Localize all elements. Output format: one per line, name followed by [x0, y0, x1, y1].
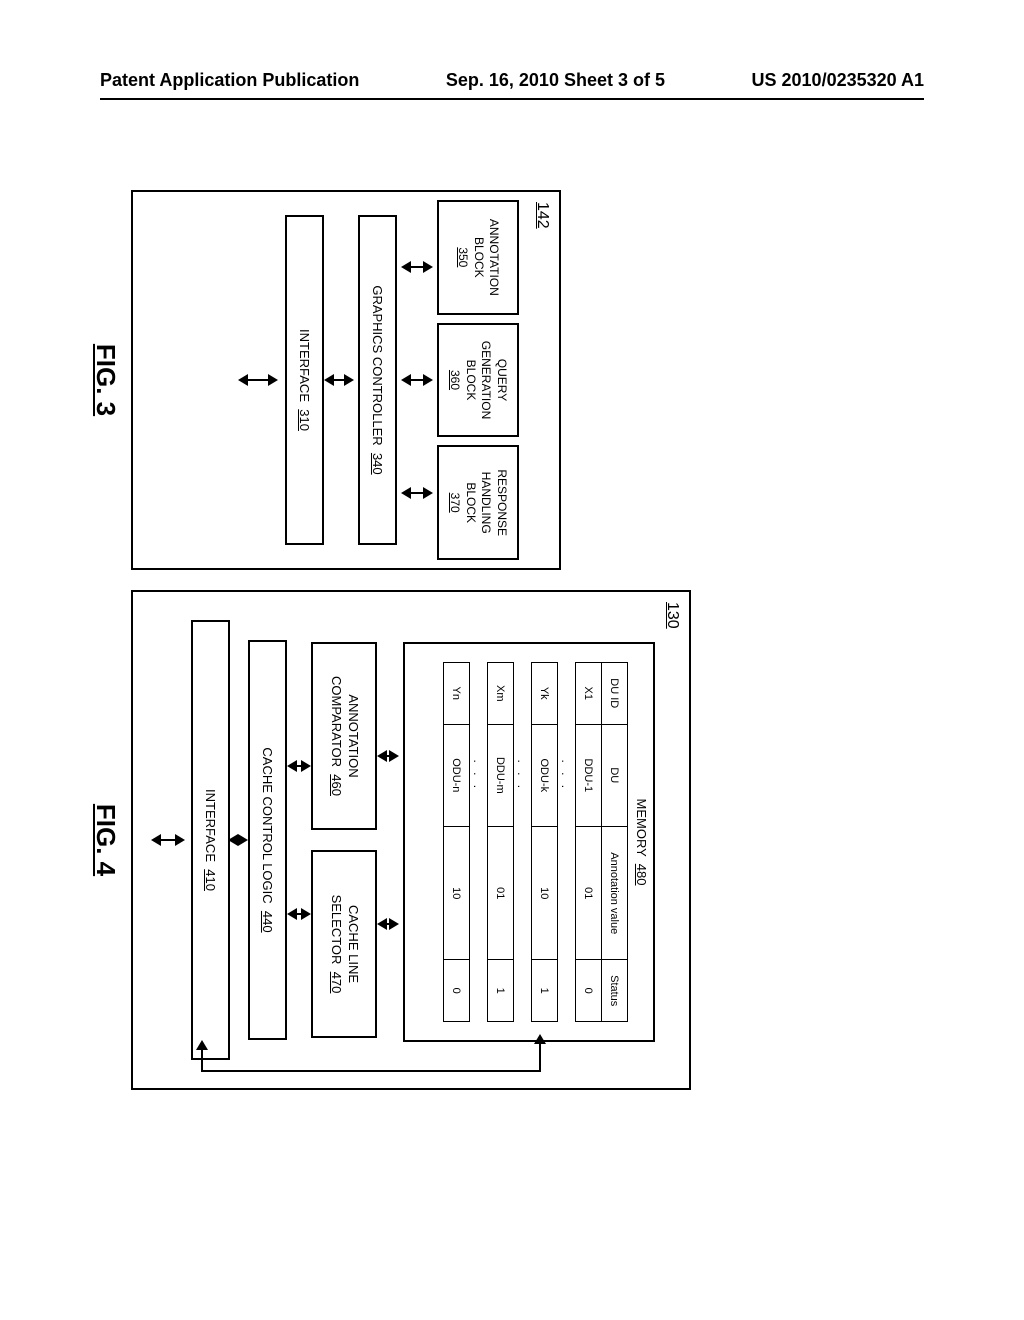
th-du: DU [602, 724, 628, 827]
fig-4-outer: 130 MEMORY 480 DU ID DU Annotation value [131, 590, 691, 1090]
ellipsis-row: . . . [514, 663, 532, 1022]
th-status: Status [602, 960, 628, 1022]
cell: 01 [488, 827, 514, 960]
fig-3-outer: 142 ANNOTATION BLOCK 350 QUERY GENERATIO… [131, 190, 561, 570]
cell: 0 [576, 960, 602, 1022]
memory-table: DU ID DU Annotation value Status X1 DDU-… [443, 662, 628, 1022]
cell: Yn [444, 663, 470, 725]
arrow-bidir-icon [151, 834, 185, 846]
annotation-block-label: ANNOTATION BLOCK [470, 206, 501, 309]
annot-comp-label: ANNOTATION COMPARATOR [329, 676, 361, 778]
cell: 1 [488, 960, 514, 1022]
arrow-bidir-icon [287, 760, 311, 772]
interface-num: 310 [297, 409, 312, 431]
interface-num: 410 [203, 869, 218, 891]
arrow-bidir-icon [287, 908, 311, 920]
cache-control-logic: CACHE CONTROL LOGIC 440 [248, 640, 287, 1040]
cell: 10 [444, 827, 470, 960]
arrow-left-icon [196, 1040, 208, 1050]
cell: ODU-k [532, 724, 558, 827]
header-right: US 2010/0235320 A1 [752, 70, 924, 91]
interface-label: INTERFACE [297, 329, 312, 402]
fig4-mem-bot-arrows [377, 592, 399, 1088]
controller-num: 340 [370, 453, 385, 475]
fig-3-wrap: 142 ANNOTATION BLOCK 350 QUERY GENERATIO… [90, 190, 561, 570]
arrow-bidir-icon [401, 374, 433, 386]
fig4-ref: 130 [663, 602, 681, 629]
memory-box: MEMORY 480 DU ID DU Annotation value Sta… [403, 642, 655, 1042]
ellipsis-row: . . . [558, 663, 576, 1022]
response-block-num: 370 [447, 451, 463, 554]
cell: Yk [532, 663, 558, 725]
fig3-interface: INTERFACE 310 [285, 215, 324, 545]
query-block-label: QUERY GENERATION BLOCK [462, 329, 509, 432]
page-header: Patent Application Publication Sep. 16, … [100, 70, 924, 91]
cell: X1 [576, 663, 602, 725]
cache-ctrl-num: 440 [260, 911, 275, 933]
page: Patent Application Publication Sep. 16, … [0, 0, 1024, 1320]
fig3-top-arrows [401, 192, 437, 568]
memory-label: MEMORY [634, 799, 649, 857]
arrow-bidir-icon [401, 487, 433, 499]
annotation-comparator: ANNOTATION COMPARATOR 460 [311, 642, 377, 830]
fig3-bottom-arrow [238, 192, 281, 568]
arrow-left-icon [534, 1034, 546, 1044]
arrow-bidir-icon [401, 261, 433, 273]
cell: 1 [532, 960, 558, 1022]
table-header-row: DU ID DU Annotation value Status [602, 663, 628, 1022]
arrow-bidir-icon [238, 374, 278, 386]
cell: 01 [576, 827, 602, 960]
th-du-id: DU ID [602, 663, 628, 725]
interface-label: INTERFACE [203, 789, 218, 862]
graphics-controller: GRAPHICS CONTROLLER 340 [358, 215, 397, 545]
annotation-block-num: 350 [454, 206, 470, 309]
th-annotation-value: Annotation value [602, 827, 628, 960]
fig-4-label: FIG. 4 [90, 804, 121, 876]
cache-line-selector: CACHE LINE SELECTOR 470 [311, 850, 377, 1038]
header-left: Patent Application Publication [100, 70, 359, 91]
fig3-top-row: ANNOTATION BLOCK 350 QUERY GENERATION BL… [437, 192, 519, 568]
fig-4-wrap: 130 MEMORY 480 DU ID DU Annotation value [90, 590, 691, 1090]
cell: 0 [444, 960, 470, 1022]
fig3-ref: 142 [533, 202, 551, 229]
cell: DDU-1 [576, 724, 602, 827]
fig4-bot-blocks: ANNOTATION COMPARATOR 460 CACHE LINE SEL… [311, 592, 377, 1088]
controller-label: GRAPHICS CONTROLLER [370, 285, 385, 445]
arrow-bidir-icon [377, 750, 399, 762]
table-row: Yk ODU-k 10 1 [532, 663, 558, 1022]
arrow-bidir-icon [324, 374, 354, 386]
table-row: Yn ODU-n 10 0 [444, 663, 470, 1022]
figures-area: 142 ANNOTATION BLOCK 350 QUERY GENERATIO… [90, 180, 920, 1100]
fig4-memory-interface-connector [201, 1042, 541, 1072]
memory-num: 480 [634, 864, 649, 886]
fig4-interface: INTERFACE 410 [191, 620, 230, 1060]
cell: 10 [532, 827, 558, 960]
query-generation-block: QUERY GENERATION BLOCK 360 [437, 323, 519, 438]
cache-ctrl-label: CACHE CONTROL LOGIC [260, 747, 275, 903]
query-block-num: 360 [447, 329, 463, 432]
response-handling-block: RESPONSE HANDLING BLOCK 370 [437, 445, 519, 560]
fig-3-label: FIG. 3 [90, 344, 121, 416]
cell: ODU-n [444, 724, 470, 827]
table-row: Xm DDU-m 01 1 [488, 663, 514, 1022]
annotation-block: ANNOTATION BLOCK 350 [437, 200, 519, 315]
header-center: Sep. 16, 2010 Sheet 3 of 5 [446, 70, 665, 91]
table-row: X1 DDU-1 01 0 [576, 663, 602, 1022]
cell: DDU-m [488, 724, 514, 827]
arrow-bidir-icon [377, 918, 399, 930]
fig4-external-arrow [151, 592, 188, 1088]
figures-rotator: 142 ANNOTATION BLOCK 350 QUERY GENERATIO… [90, 180, 920, 1100]
header-divider [100, 98, 924, 100]
fig4-cc-if-arrows [230, 592, 248, 1088]
arrow-bidir-icon [230, 834, 248, 846]
fig4-bb-cc-arrows [287, 592, 311, 1088]
response-block-label: RESPONSE HANDLING BLOCK [462, 451, 509, 554]
cache-sel-num: 470 [329, 972, 344, 994]
cell: Xm [488, 663, 514, 725]
annot-comp-num: 460 [329, 774, 344, 796]
memory-title: MEMORY 480 [634, 644, 653, 1040]
ellipsis-row: . . . [470, 663, 488, 1022]
